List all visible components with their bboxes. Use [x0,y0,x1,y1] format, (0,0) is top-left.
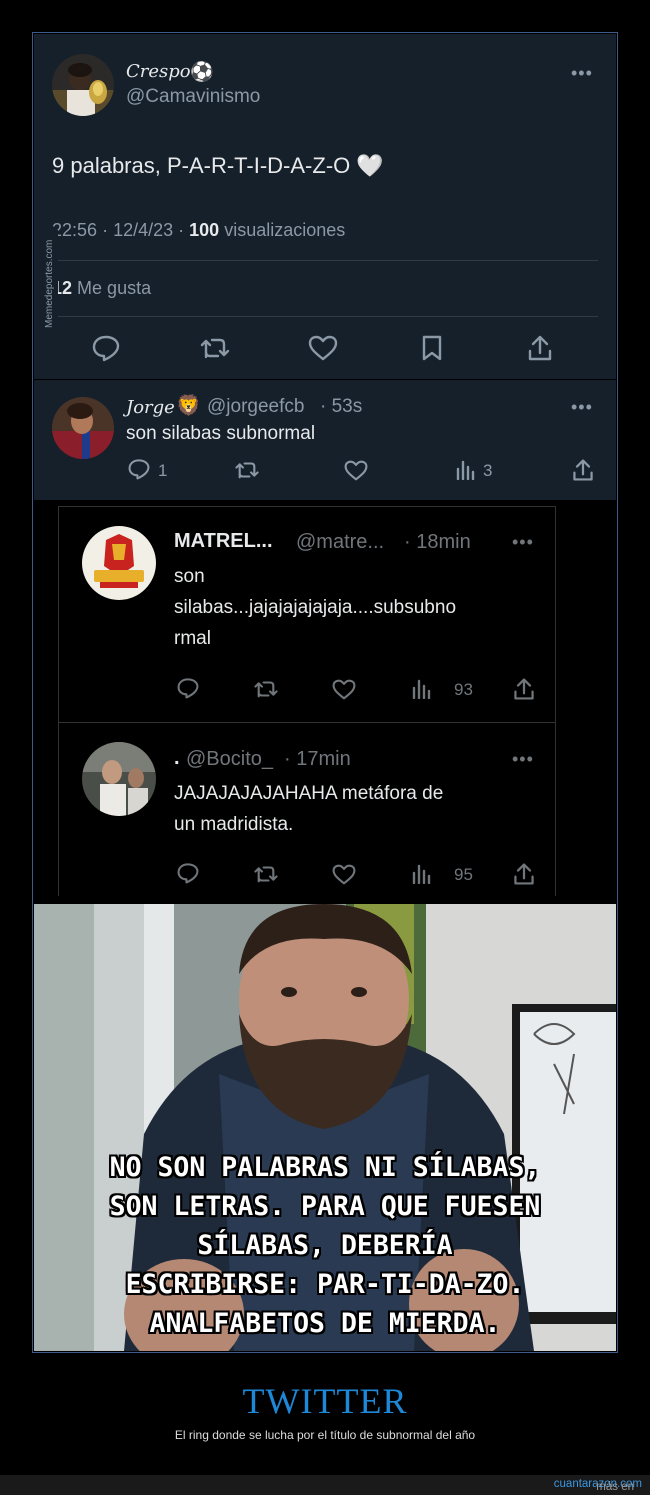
handle[interactable]: @Bocito_ [186,748,273,771]
share-icon[interactable] [512,677,536,701]
more-options-icon[interactable]: ••• [512,749,534,770]
tweet-text: 9 palabras, P-A-R-T-I-D-A-Z-O 🤍 [52,153,384,178]
avatar[interactable] [52,397,114,459]
lion-icon: 🦁 [176,395,201,417]
views-count: 100 [189,220,220,240]
likes-summary[interactable]: 12 Me gusta [52,278,151,299]
retweet-icon[interactable] [253,863,279,885]
watermark-text: Memedeportes.com [44,239,55,328]
post-subtitle: El ring donde se lucha por el título de … [174,1428,476,1442]
like-icon[interactable] [308,335,338,361]
retweet-icon[interactable] [234,459,260,481]
tweet-time: · 17min [284,748,351,770]
tweet-time: 22:56 [52,220,98,240]
tweet-text: son silabas...jajajajajajaja....subsubno… [174,566,457,649]
like-icon[interactable] [344,460,368,481]
display-name[interactable]: MATREL... [174,530,273,553]
divider [58,506,556,507]
tweet-date: 12/4/23 [113,220,174,240]
display-name[interactable]: Jorge [126,397,175,418]
reply-icon[interactable] [176,862,200,884]
views-count: 3 [483,461,493,480]
views-icon[interactable] [411,864,433,884]
views-count: 93 [454,680,473,699]
avatar[interactable] [52,54,114,116]
meme-image: NO SON PALABRAS NI SÍLABAS, SON LETRAS. … [34,904,616,1351]
more-options-icon[interactable]: ••• [571,397,593,418]
handle[interactable]: @matre... [296,531,384,554]
views-count: 95 [454,865,473,884]
post-title[interactable]: TWITTER [0,1380,650,1422]
tweet-text: JAJAJAJAJAHAHA metáfora de un madridista… [174,783,444,835]
handle[interactable]: @Camavinismo [126,86,260,108]
views-icon[interactable] [411,679,433,699]
reply-count: 1 [158,461,168,480]
reply-tweet: Jorge 🦁 @jorgeefcb · 53s ••• son silabas… [34,380,616,500]
more-options-icon[interactable]: ••• [512,532,534,553]
like-icon[interactable] [332,679,356,700]
reply-time: · 53s [320,396,363,417]
tweet-time: · 18min [404,531,471,553]
retweet-icon[interactable] [199,335,231,361]
source-prefix: más en [596,1481,634,1493]
handle[interactable]: @jorgeefcb [207,396,304,418]
divider [58,722,556,723]
reply-text: son silabas subnormal [126,423,316,444]
share-icon[interactable] [512,862,536,886]
share-icon[interactable] [571,458,595,482]
like-icon[interactable] [332,864,356,885]
likes-label: Me gusta [77,278,152,298]
views-icon[interactable] [455,460,477,480]
main-tweet: Crespo ⚽ @Camavinismo ••• 9 palabras, P-… [34,34,616,379]
reply-icon[interactable] [176,677,200,699]
watermark: Memedeportes.com [42,230,58,330]
reply-icon[interactable] [91,334,121,362]
embedded-screenshot: MATREL... @matre... · 18min ••• son sila… [34,500,616,902]
soccer-ball-icon: ⚽ [190,62,214,83]
more-options-icon[interactable]: ••• [571,63,593,84]
divider [52,316,598,317]
retweet-icon[interactable] [253,678,279,700]
display-name[interactable]: . [174,747,180,770]
divider [52,260,598,261]
meme-caption: NO SON PALABRAS NI SÍLABAS, SON LETRAS. … [109,1152,541,1339]
display-name[interactable]: Crespo [126,61,191,82]
share-icon[interactable] [526,334,554,362]
views-label: visualizaciones [224,220,346,240]
avatar[interactable] [82,526,156,600]
reply-icon[interactable] [127,458,151,480]
source-bar: más en cuantarazon.com [0,1475,650,1495]
bookmark-icon[interactable] [420,334,444,362]
tweet-timestamp[interactable]: 22:56 · 12/4/23 · 100 visualizaciones [52,220,345,241]
avatar[interactable] [82,742,156,816]
